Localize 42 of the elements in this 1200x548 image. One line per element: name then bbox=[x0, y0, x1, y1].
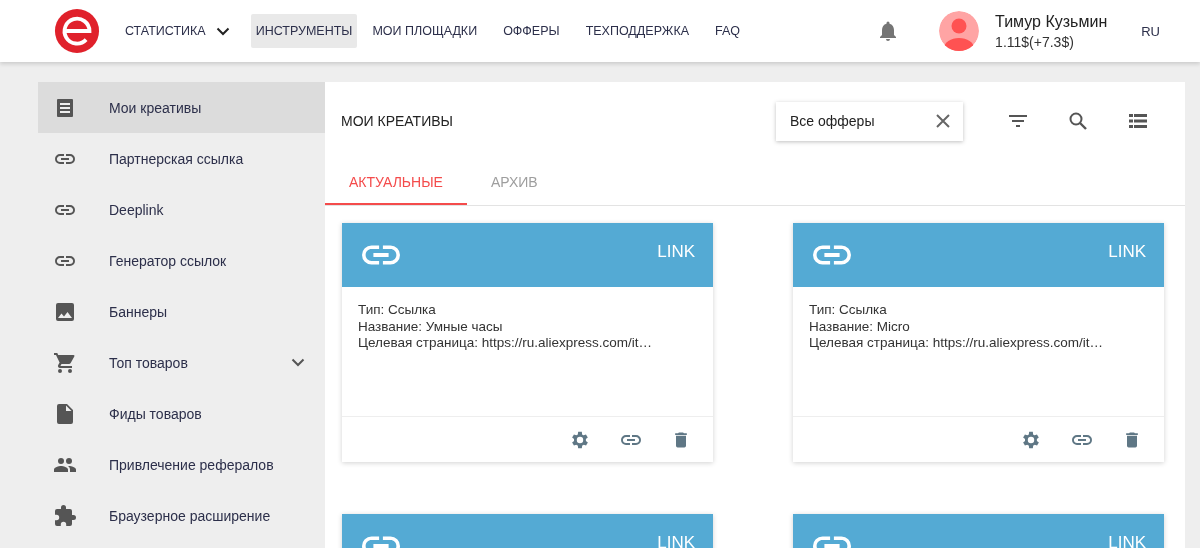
sidebar-item[interactable]: Баннеры bbox=[38, 286, 325, 337]
card-detail: Тип: Ссылка bbox=[809, 302, 888, 319]
bell-icon[interactable] bbox=[879, 21, 898, 41]
offer-select[interactable]: Все офферы bbox=[776, 101, 963, 141]
search-icon[interactable] bbox=[1069, 112, 1087, 130]
sidebar-item[interactable]: Генератор ссылок bbox=[38, 235, 325, 286]
sidebar-item[interactable]: Браузерное расширение bbox=[38, 490, 325, 541]
section-title: МОИ КРЕАТИВЫ bbox=[341, 113, 454, 129]
card-type-label: LINK bbox=[657, 242, 695, 262]
language-button[interactable]: RU bbox=[1135, 22, 1166, 40]
filter-icon[interactable] bbox=[1009, 115, 1027, 127]
tab[interactable]: АКТУАЛЬНЫЕ bbox=[325, 160, 467, 205]
user-name: Тимур Кузьмин bbox=[995, 12, 1108, 31]
card-detail: Название: Умные часы bbox=[358, 318, 504, 335]
cart-icon bbox=[53, 350, 77, 375]
card-type-label: LINK bbox=[1108, 533, 1146, 548]
sidebar-item[interactable]: Мои креативы bbox=[38, 82, 325, 133]
card-detail: Целевая страница: https://ru.aliexpress.com/it… bbox=[358, 335, 653, 352]
sidebar-item[interactable]: Партнерская ссылка bbox=[38, 133, 325, 184]
logo-icon[interactable] bbox=[54, 8, 100, 54]
nav-tab[interactable]: СТАТИСТИКА bbox=[120, 14, 235, 48]
sidebar-item[interactable]: Привлечение рефералов bbox=[38, 439, 325, 490]
sidebar-item[interactable]: Топ товаров bbox=[38, 337, 325, 388]
nav-tab[interactable]: ИНСТРУМЕНТЫ bbox=[250, 14, 358, 48]
card-detail: Тип: Ссылка bbox=[358, 302, 437, 319]
card-type-label: LINK bbox=[1108, 242, 1146, 262]
nav-tab[interactable]: FAQ bbox=[710, 14, 745, 48]
user-balance: 1.11$(+7.3$) bbox=[995, 33, 1075, 50]
close-icon[interactable] bbox=[936, 114, 950, 128]
puzzle-icon bbox=[53, 503, 77, 528]
card-type-label: LINK bbox=[657, 533, 695, 548]
sidebar-item[interactable]: Deeplink bbox=[38, 184, 325, 235]
nav-tab[interactable]: МОИ ПЛОЩАДКИ bbox=[367, 14, 483, 48]
card-detail: Целевая страница: https://ru.aliexpress.com/it… bbox=[809, 335, 1104, 352]
nav-tab[interactable]: ОФФЕРЫ bbox=[498, 14, 565, 48]
link-icon bbox=[362, 245, 400, 265]
card-detail: Название: Micro bbox=[809, 318, 911, 335]
nav-tab[interactable]: ТЕХПОДДЕРЖКА bbox=[580, 14, 694, 48]
link-icon bbox=[813, 245, 851, 265]
sidebar-item[interactable]: Фиды товаров bbox=[38, 388, 325, 439]
avatar-icon[interactable] bbox=[939, 11, 980, 51]
list-view-icon[interactable] bbox=[1129, 114, 1147, 128]
